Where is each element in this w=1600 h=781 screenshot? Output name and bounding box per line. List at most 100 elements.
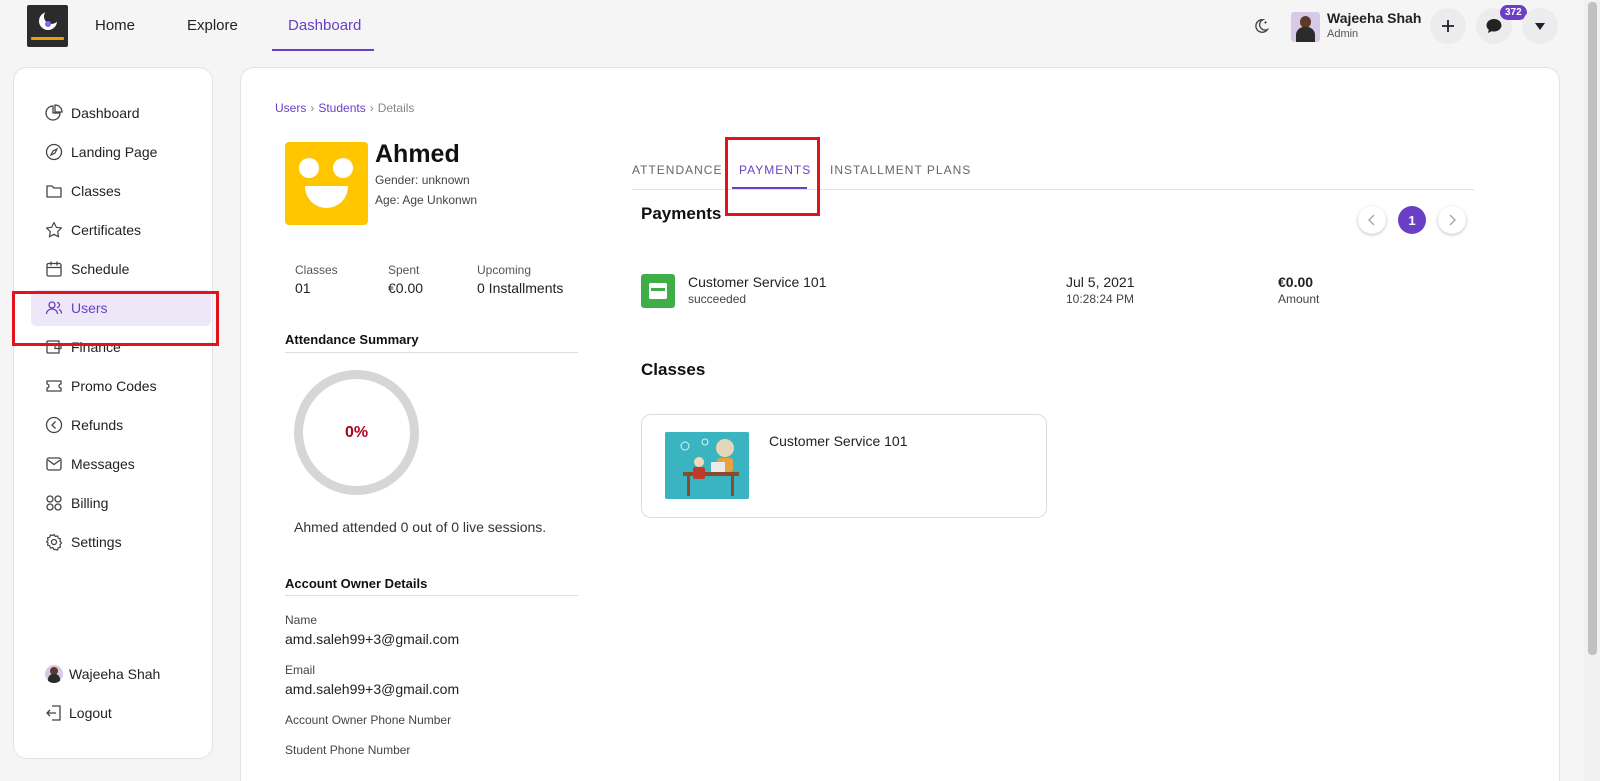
sidebar-item-label: Dashboard [71,105,140,121]
owner-name-value: amd.saleh99+3@gmail.com [285,631,460,647]
caret-down-icon [1535,23,1545,30]
top-navbar: Home Explore Dashboard Wajeeha Shah Admi… [0,0,1584,52]
logout-label: Logout [69,705,112,721]
pagination-next-button[interactable] [1438,206,1466,234]
sidebar-item-promo-codes[interactable]: Promo Codes [31,368,211,404]
stat-spent-label: Spent [388,263,420,277]
scrollbar-thumb[interactable] [1588,2,1597,655]
breadcrumb: Users › Students › Details [275,101,415,115]
pagination-page-1[interactable]: 1 [1398,206,1426,234]
grid-icon [45,494,63,512]
sidebar-footer-user[interactable]: Wajeeha Shah [31,656,211,692]
user-menu-dropdown[interactable] [1522,8,1558,44]
gear-icon [45,533,63,551]
stat-upcoming-value: 0 Installments [477,280,564,296]
payments-title: Payments [641,204,722,223]
arrow-circle-left-icon [45,416,63,434]
sidebar-item-label: Certificates [71,222,142,238]
payment-status: succeeded [688,292,747,306]
sidebar-item-label: Settings [71,534,122,550]
attendance-divider [285,352,578,353]
student-gender: Gender: unknown [375,173,470,187]
sidebar-item-label: Messages [71,456,135,472]
owner-email-label: Email [285,663,316,677]
attendance-ring: 0% [294,370,419,495]
payment-class-name: Customer Service 101 [688,274,827,290]
logout-icon [45,704,63,722]
nav-explore-link[interactable]: Explore [187,17,238,34]
sidebar-item-label: Refunds [71,417,124,433]
class-thumbnail [665,432,749,499]
sidebar-item-messages[interactable]: Messages [31,446,211,482]
sidebar-item-label: Classes [71,183,121,199]
nav-home-link[interactable]: Home [95,17,135,34]
payment-card-icon [641,274,675,308]
sidebar-item-billing[interactable]: Billing [31,485,211,521]
sidebar-item-landing-page[interactable]: Landing Page [31,134,211,170]
chevron-right-icon [1449,214,1457,226]
student-phone-label: Student Phone Number [285,743,411,757]
user-role: Admin [1327,28,1359,40]
nav-active-underline [272,49,374,51]
footer-user-name: Wajeeha Shah [69,666,161,682]
calendar-icon [45,260,63,278]
pie-chart-icon [45,104,63,122]
payment-amount: €0.00 [1278,274,1314,290]
owner-name-label: Name [285,613,318,627]
sidebar-item-label: Landing Page [71,144,158,160]
account-owner-divider [285,595,578,596]
pagination-prev-button[interactable] [1358,206,1386,234]
class-card[interactable]: Customer Service 101 [641,414,1047,518]
attendance-summary-title: Attendance Summary [285,332,419,347]
app-logo[interactable] [27,5,68,47]
owner-phone-label: Account Owner Phone Number [285,713,452,727]
breadcrumb-users-link[interactable]: Users [275,101,306,115]
sidebar-item-label: Schedule [71,261,130,277]
envelope-icon [45,455,63,473]
users-highlight-box [12,291,219,346]
payment-date: Jul 5, 2021 [1066,274,1135,290]
chevron-left-icon [1367,214,1375,226]
attendance-summary-text: Ahmed attended 0 out of 0 live sessions. [294,519,547,535]
sidebar-item-schedule[interactable]: Schedule [31,251,211,287]
stat-upcoming-label: Upcoming [477,263,532,277]
student-name: Ahmed [375,140,460,168]
payment-time: 10:28:24 PM [1066,292,1135,306]
sidebar-item-dashboard[interactable]: Dashboard [31,95,211,131]
tab-attendance[interactable]: ATTENDANCE [632,163,722,177]
sidebar-item-classes[interactable]: Classes [31,173,211,209]
account-owner-title: Account Owner Details [285,576,428,591]
payments-tab-highlight-box [725,137,820,216]
plus-icon [1442,20,1454,32]
folder-icon [45,182,63,200]
classes-title: Classes [641,360,706,379]
attendance-percent: 0% [344,423,369,441]
sidebar-item-certificates[interactable]: Certificates [31,212,211,248]
footer-avatar [45,665,63,683]
star-icon [45,221,63,239]
sidebar-item-settings[interactable]: Settings [31,524,211,560]
breadcrumb-students-link[interactable]: Students [318,101,365,115]
dark-mode-moon-icon[interactable] [1252,17,1270,35]
stat-classes-value: 01 [295,280,311,296]
stat-spent-value: €0.00 [388,280,424,296]
sidebar-item-label: Promo Codes [71,378,157,394]
breadcrumb-current: Details [377,101,415,115]
user-avatar[interactable] [1291,12,1320,42]
nav-dashboard-link[interactable]: Dashboard [288,17,361,34]
sidebar: Dashboard Landing Page Classes Certifica… [13,67,213,759]
class-card-title: Customer Service 101 [769,433,908,449]
student-age: Age: Age Unkonwn [375,193,478,207]
stat-classes-label: Classes [295,263,338,277]
ticket-icon [45,377,63,395]
user-name[interactable]: Wajeeha Shah [1327,10,1421,26]
student-avatar [285,142,368,225]
add-button[interactable] [1430,8,1466,44]
logout-button[interactable]: Logout [31,695,211,731]
tab-installment-plans[interactable]: INSTALLMENT PLANS [830,163,971,177]
owner-email-value: amd.saleh99+3@gmail.com [285,681,460,697]
chat-bubble-icon [1486,19,1502,33]
sidebar-item-refunds[interactable]: Refunds [31,407,211,443]
payment-amount-label: Amount [1278,292,1320,306]
sidebar-item-label: Billing [71,495,109,511]
